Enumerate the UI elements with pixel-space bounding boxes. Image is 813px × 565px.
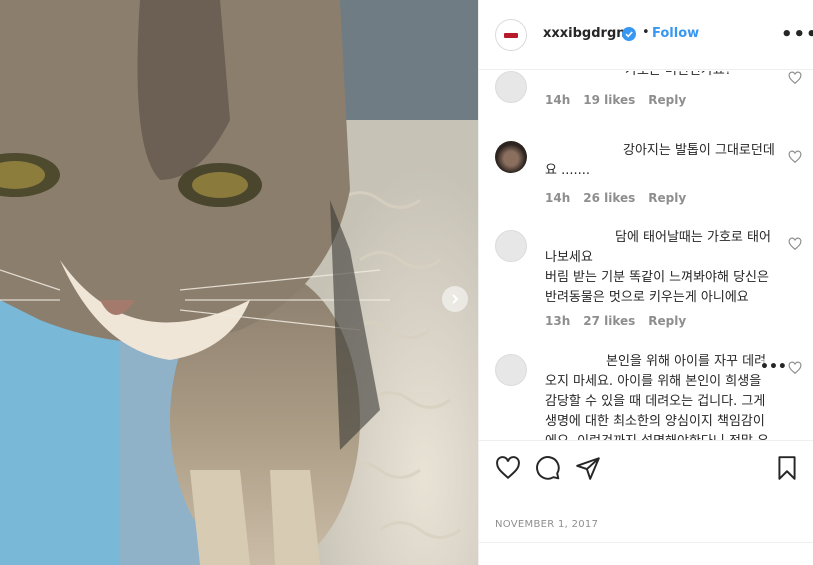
comment-text: 본인을 위해 아이를 자꾸 데려오지 마세요. 아이를 위해 본인이 희생을 감… [545,354,769,440]
action-bar [479,440,813,500]
divider [479,542,813,543]
profile-avatar[interactable] [495,19,527,51]
comment-text: 담에 태어날때는 가호로 태어나보세요 버림 받는 기분 똑같이 느껴봐야해 당… [545,228,775,308]
comment-text-line: 담에 태어날때는 가호로 태어나보세요 [545,230,771,265]
heart-outline-icon[interactable] [495,455,521,481]
username-link[interactable]: xxxibgdrgn [543,26,626,41]
reply-button[interactable]: Reply [648,314,686,328]
heart-outline-icon[interactable] [788,150,802,164]
heart-outline-icon[interactable] [788,361,802,375]
commenter-avatar[interactable] [495,141,527,173]
comment-text: 강아지는 발톱이 그대로던데요 ....... [545,143,775,178]
carousel-next-button[interactable] [442,286,468,312]
comment-age[interactable]: 13h [545,314,570,328]
comment-text-line: 버림 받는 기분 똑같이 느껴봐야해 당신은 반려동물은 멋으로 키우는게 아니… [545,270,769,305]
reply-button[interactable]: Reply [648,93,686,107]
bookmark-icon[interactable] [774,455,800,481]
comment-likes[interactable]: 19 likes [583,93,635,107]
comment-likes[interactable]: 27 likes [583,314,635,328]
follow-button[interactable]: Follow [652,26,699,41]
reply-button[interactable]: Reply [648,191,686,205]
post-side-panel: xxxibgdrgn • Follow ••• 가호는 버린건가요? 14h 19… [478,0,813,565]
cat-photo-illustration [0,0,478,565]
paper-plane-icon[interactable] [575,455,601,481]
heart-outline-icon[interactable] [788,71,802,85]
commenter-avatar[interactable] [495,354,527,386]
heart-outline-icon[interactable] [788,237,802,251]
comment-meta: 14h 26 likes Reply [545,191,699,205]
comment-text: 가호는 버린건가요? [545,71,775,81]
comment-more-button[interactable]: ••• [760,359,787,375]
verified-badge-icon [622,27,636,41]
comment-age[interactable]: 14h [545,191,570,205]
comment-meta: 13h 27 likes Reply [545,314,699,328]
chevron-right-icon [452,294,459,304]
more-options-button[interactable]: ••• [781,24,813,45]
separator-dot: • [642,25,650,40]
comment-likes[interactable]: 26 likes [583,191,635,205]
commenter-avatar[interactable] [495,230,527,262]
post-photo [0,0,478,565]
post-date[interactable]: NOVEMBER 1, 2017 [495,519,598,530]
post-header: xxxibgdrgn • Follow ••• [479,0,813,70]
comments-list[interactable]: 가호는 버린건가요? 14h 19 likes Reply 강아지는 발톱이 그대로… [479,71,813,440]
comment-age[interactable]: 14h [545,93,570,107]
commenter-avatar[interactable] [495,71,527,103]
comment-icon[interactable] [535,455,561,481]
comment-meta: 14h 19 likes Reply [545,93,699,107]
